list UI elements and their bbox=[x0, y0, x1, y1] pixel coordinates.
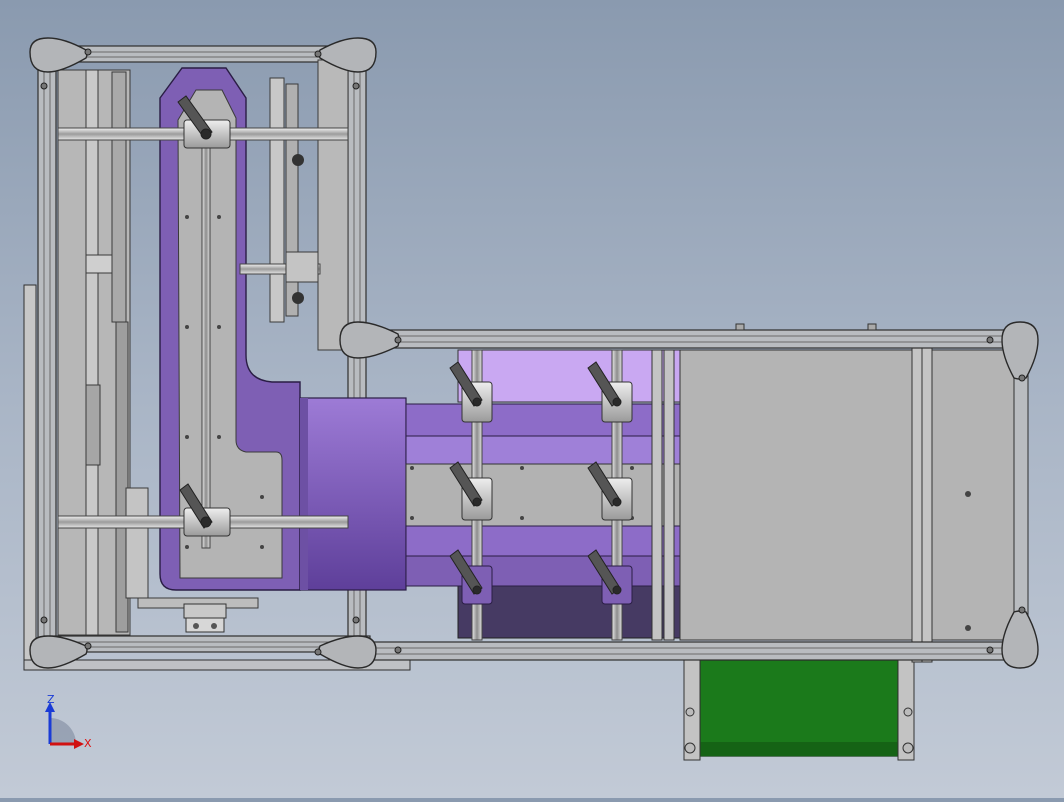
guide-rail bbox=[663, 349, 675, 641]
guide-rail bbox=[911, 339, 923, 663]
adjust-rail bbox=[239, 59, 349, 351]
purple-bar bbox=[405, 435, 681, 465]
purple-block bbox=[299, 397, 407, 591]
axis-triad-graphic: Z X bbox=[45, 693, 92, 750]
guide-rail bbox=[85, 69, 99, 636]
right-frame bbox=[365, 323, 1029, 761]
extrusion-upright bbox=[37, 59, 57, 641]
side-rail bbox=[23, 284, 37, 671]
assembly-drawing bbox=[23, 37, 1039, 761]
extrusion-bottom bbox=[365, 641, 1023, 661]
purple-bar bbox=[405, 525, 681, 557]
cad-viewport[interactable]: Z X bbox=[0, 0, 1064, 798]
purple-bar bbox=[405, 403, 681, 437]
guide-rail bbox=[651, 349, 663, 641]
conveyor-belt bbox=[699, 659, 899, 757]
extrusion-upright bbox=[1013, 341, 1029, 643]
triad-x-label: X bbox=[84, 737, 92, 750]
purple-bar bbox=[405, 555, 681, 587]
knob bbox=[292, 154, 304, 166]
triad: Z X bbox=[36, 693, 106, 764]
bracket-plate bbox=[125, 487, 149, 599]
guide-rail bbox=[921, 339, 933, 663]
bracket-plate bbox=[85, 254, 113, 274]
gray-panel bbox=[931, 349, 1017, 641]
triad-z-label: Z bbox=[47, 694, 55, 706]
gray-panel bbox=[679, 349, 913, 641]
bracket-plate bbox=[85, 384, 101, 466]
guide-rail bbox=[111, 71, 127, 323]
extrusion-top bbox=[365, 329, 1023, 349]
gray-bar bbox=[405, 463, 681, 527]
lead-screw bbox=[201, 129, 211, 549]
knob bbox=[292, 292, 304, 304]
bottom-fixture bbox=[183, 603, 227, 633]
